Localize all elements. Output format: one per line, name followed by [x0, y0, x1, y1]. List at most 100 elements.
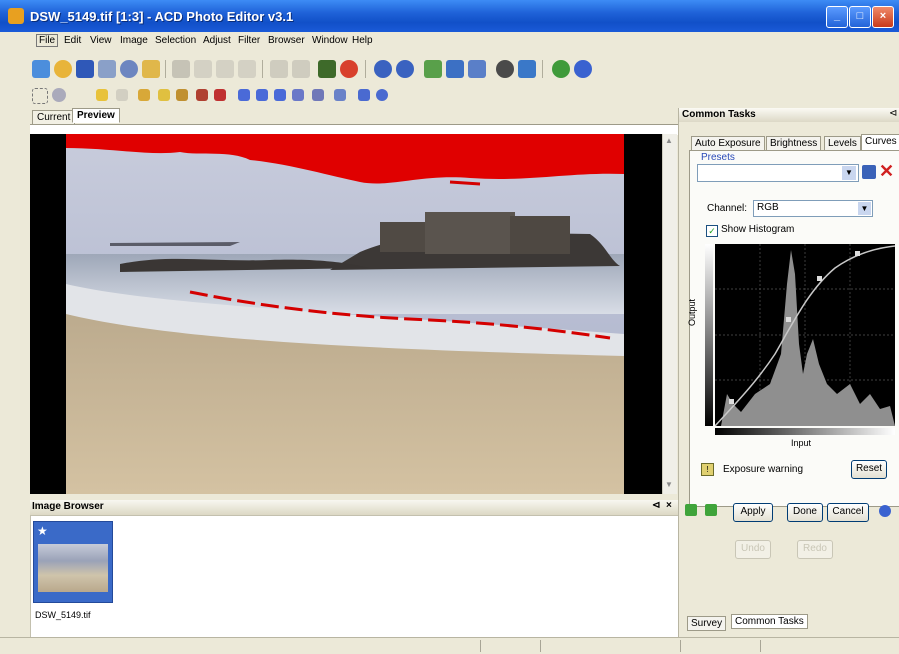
web-icon[interactable] — [574, 60, 592, 78]
exposure-warning-icon[interactable]: ! — [701, 463, 714, 476]
image-browser-header: Image Browser ⊲ × — [30, 500, 678, 515]
curves-graph[interactable] — [714, 244, 896, 427]
common-tasks-panel: Common Tasks ⊲ Auto Exposure Brightness … — [678, 108, 899, 637]
help-icon[interactable] — [552, 60, 570, 78]
eraser-tool-icon[interactable] — [214, 89, 226, 101]
open-icon[interactable] — [54, 60, 72, 78]
magic-wand-icon[interactable] — [96, 89, 108, 101]
panel-header: Common Tasks ⊲ — [679, 108, 899, 122]
lasso-tool-icon[interactable] — [52, 88, 66, 102]
contrast-icon[interactable] — [496, 60, 514, 78]
text-tool-icon[interactable] — [274, 89, 286, 101]
menu-edit[interactable]: Edit — [64, 35, 81, 46]
maximize-button[interactable]: □ — [849, 6, 871, 28]
show-histogram-label: Show Histogram — [721, 224, 795, 235]
title-bar[interactable]: DSW_5149.tif [1:3] - ACD Photo Editor v3… — [0, 0, 899, 32]
delete-preset-icon[interactable]: ✕ — [879, 161, 894, 182]
menu-window[interactable]: Window — [312, 35, 348, 46]
redo-icon[interactable] — [292, 60, 310, 78]
menu-browser[interactable]: Browser — [268, 35, 305, 46]
scroll-up-icon[interactable]: ▲ — [665, 136, 673, 145]
undo-icon[interactable] — [270, 60, 288, 78]
tab-survey[interactable]: Survey — [687, 616, 727, 631]
back-icon[interactable] — [685, 504, 697, 516]
menu-image[interactable]: Image — [120, 35, 148, 46]
shape-tool-icon[interactable] — [292, 89, 304, 101]
cancel-button[interactable]: Cancel — [827, 503, 869, 522]
menu-selection[interactable]: Selection — [155, 35, 196, 46]
sharpen-tool-icon[interactable] — [358, 89, 370, 101]
main-toolbar — [0, 50, 899, 86]
image-browser-title: Image Browser — [32, 501, 104, 512]
image-browser-panel[interactable]: ★ DSW_5149.tif — [30, 515, 680, 639]
paste-new-icon[interactable] — [238, 60, 256, 78]
show-histogram-checkbox[interactable]: ✓ — [706, 225, 718, 237]
close-browser-icon[interactable]: × — [666, 500, 672, 511]
airbrush-tool-icon[interactable] — [176, 89, 188, 101]
zoom-in-icon[interactable] — [374, 60, 392, 78]
tab-auto-exposure[interactable]: Auto Exposure — [691, 136, 765, 151]
pencil-tool-icon[interactable] — [158, 89, 170, 101]
save-preset-icon[interactable] — [862, 165, 876, 179]
rotate-icon[interactable] — [446, 60, 464, 78]
tools-toolbar — [0, 86, 899, 108]
channel-value: RGB — [757, 202, 779, 213]
close-button[interactable]: × — [872, 6, 894, 28]
crop-icon[interactable] — [318, 60, 336, 78]
menu-file[interactable]: File — [36, 34, 59, 47]
copy-icon[interactable] — [194, 60, 212, 78]
rotate-left-icon[interactable] — [468, 60, 486, 78]
cut-icon[interactable] — [172, 60, 190, 78]
blur-tool-icon[interactable] — [376, 89, 388, 101]
select-tool-icon[interactable] — [32, 88, 48, 104]
brush-tool-icon[interactable] — [138, 89, 150, 101]
fill-tool-icon[interactable] — [238, 89, 250, 101]
tab-current[interactable]: Current — [32, 110, 76, 125]
menu-adjust[interactable]: Adjust — [203, 35, 231, 46]
tab-common-tasks[interactable]: Common Tasks — [731, 614, 808, 629]
image-canvas[interactable] — [30, 134, 662, 494]
undo-button[interactable]: Undo — [735, 540, 771, 559]
reset-button[interactable]: Reset — [851, 460, 887, 479]
smudge-tool-icon[interactable] — [334, 89, 346, 101]
menu-view[interactable]: View — [90, 35, 112, 46]
window-title: DSW_5149.tif [1:3] - ACD Photo Editor v3… — [30, 9, 294, 24]
help-icon[interactable] — [879, 505, 891, 517]
tab-preview[interactable]: Preview — [72, 108, 120, 123]
scroll-down-icon[interactable]: ▼ — [665, 480, 673, 489]
save-icon[interactable] — [76, 60, 94, 78]
fit-icon[interactable] — [424, 60, 442, 78]
tab-brightness[interactable]: Brightness — [766, 136, 822, 151]
vertical-scrollbar[interactable]: ▲ ▼ — [662, 134, 677, 494]
move-tool-icon[interactable] — [116, 89, 128, 101]
red-eye-icon[interactable] — [340, 60, 358, 78]
clone-tool-icon[interactable] — [196, 89, 208, 101]
thumbnail-card[interactable]: ★ — [33, 521, 113, 603]
input-gradient-bar — [715, 428, 895, 435]
gradient-tool-icon[interactable] — [256, 89, 268, 101]
chevron-down-icon[interactable]: ▼ — [842, 166, 856, 180]
apply-button[interactable]: Apply — [733, 503, 773, 522]
new-icon[interactable] — [32, 60, 50, 78]
panel-title: Common Tasks — [682, 109, 756, 120]
minimize-button[interactable]: _ — [826, 6, 848, 28]
dropper-tool-icon[interactable] — [312, 89, 324, 101]
navigate-icon[interactable] — [518, 60, 536, 78]
done-button[interactable]: Done — [787, 503, 823, 522]
channel-select[interactable]: RGB ▼ — [753, 200, 873, 217]
chevron-down-icon[interactable]: ▼ — [858, 202, 871, 215]
share-icon[interactable] — [142, 60, 160, 78]
panel-pin-icon[interactable]: ⊲ — [889, 108, 897, 119]
menu-help[interactable]: Help — [352, 35, 373, 46]
pin-icon[interactable]: ⊲ — [652, 500, 660, 511]
forward-icon[interactable] — [705, 504, 717, 516]
redo-button[interactable]: Redo — [797, 540, 833, 559]
tab-levels[interactable]: Levels — [824, 136, 861, 151]
presets-dropdown[interactable]: ▼ — [697, 164, 859, 182]
thumbnail-image — [38, 544, 108, 592]
menu-filter[interactable]: Filter — [238, 35, 260, 46]
print-icon[interactable] — [98, 60, 116, 78]
zoom-out-icon[interactable] — [396, 60, 414, 78]
paste-icon[interactable] — [216, 60, 234, 78]
scan-icon[interactable] — [120, 60, 138, 78]
